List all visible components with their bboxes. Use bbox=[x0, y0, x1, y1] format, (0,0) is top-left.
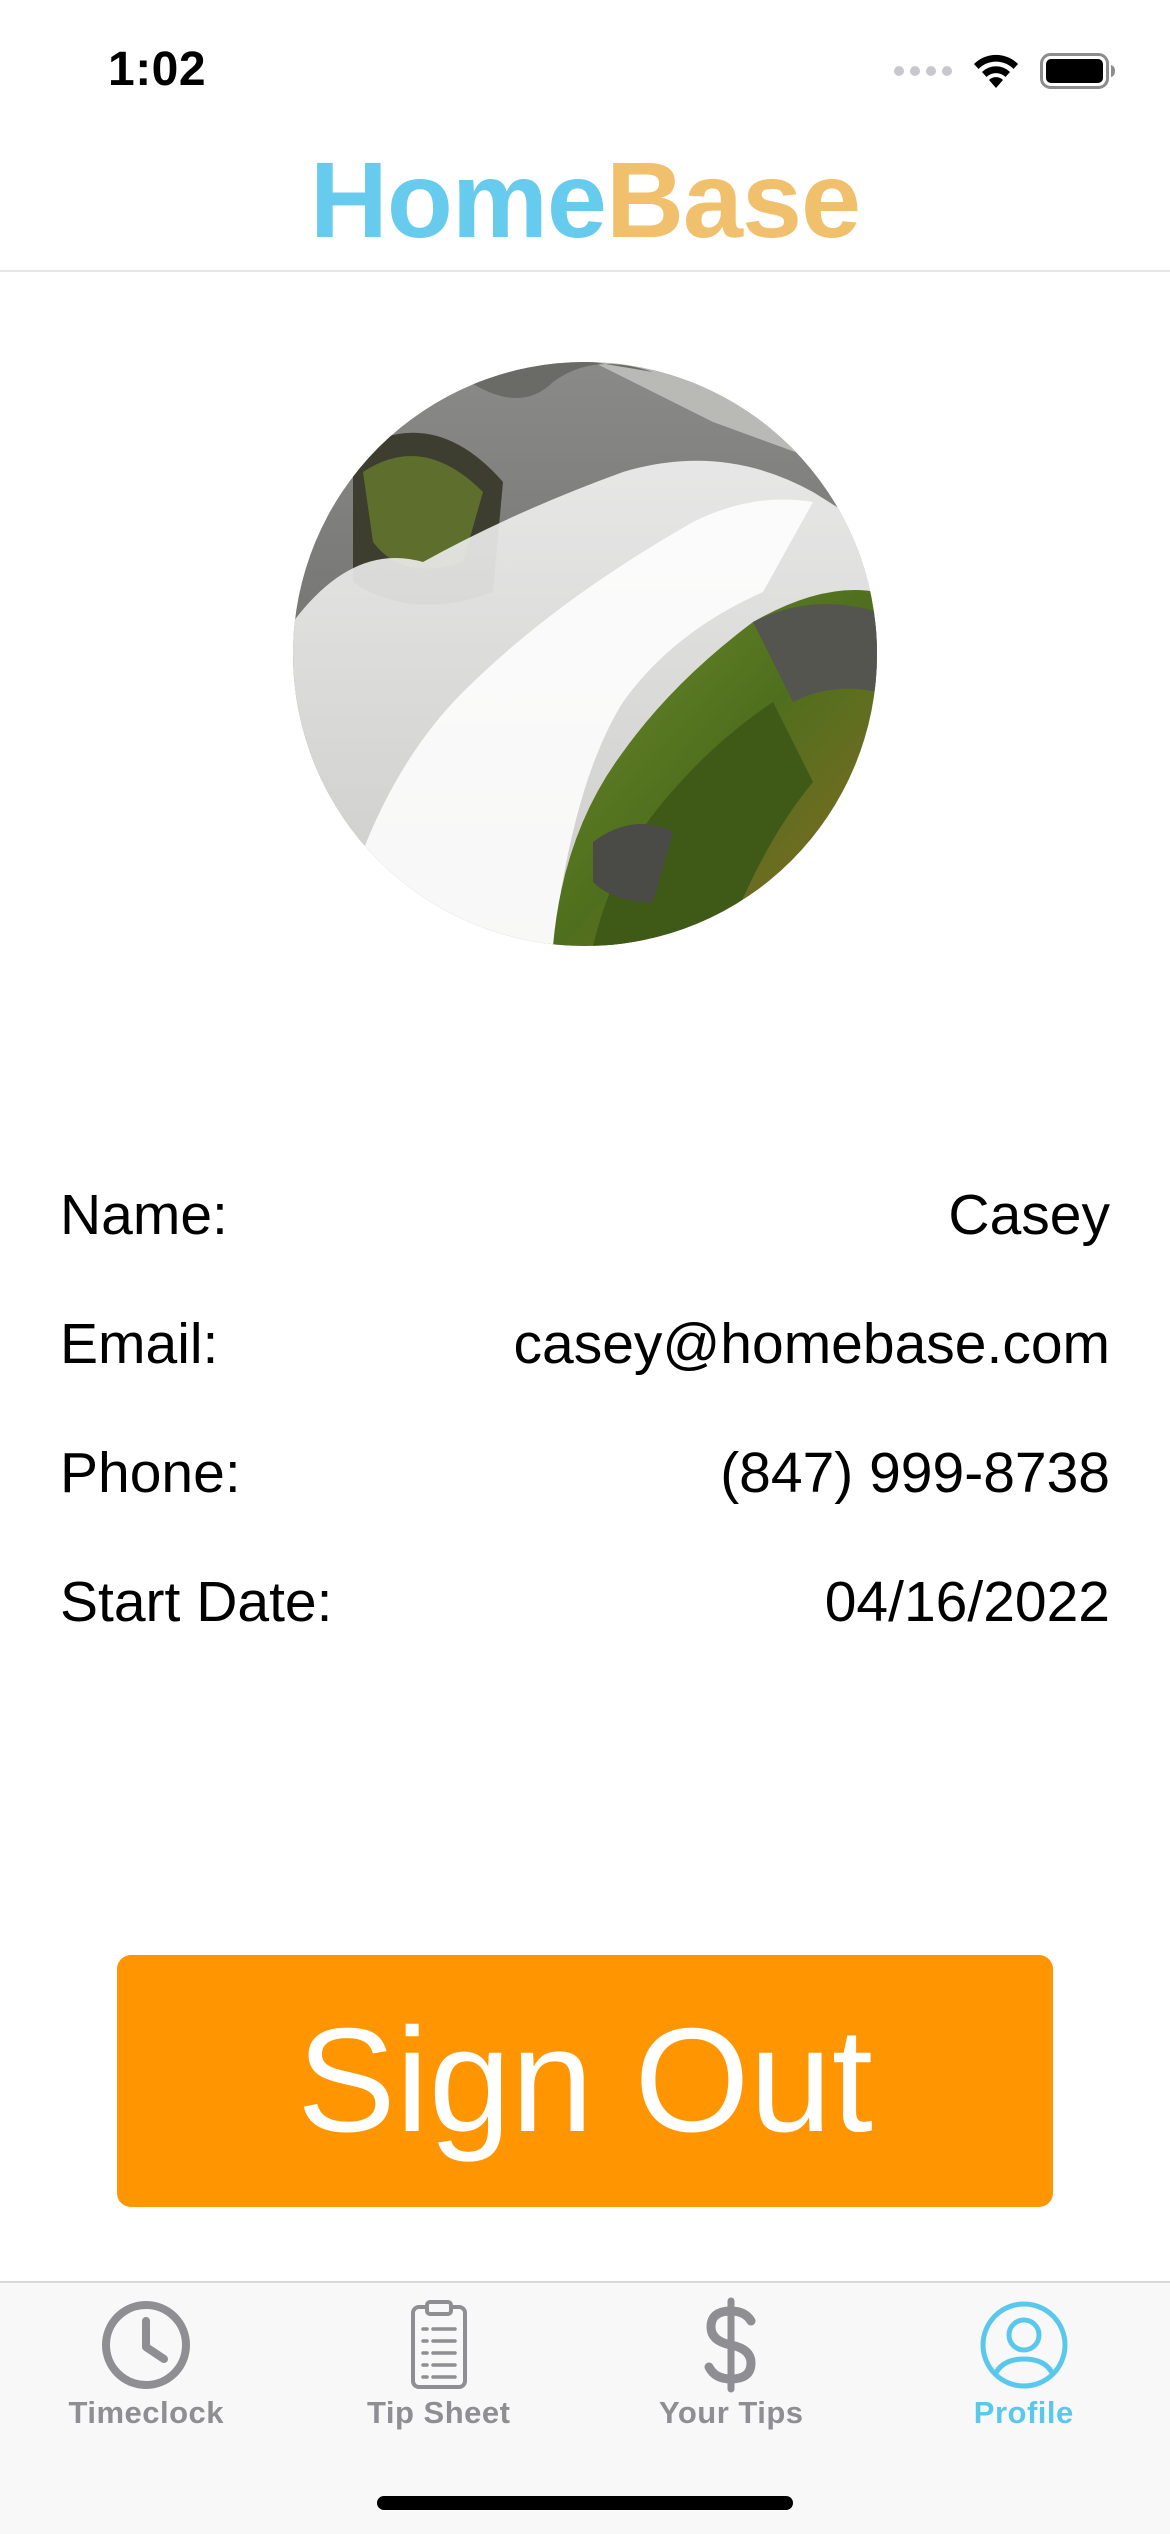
tab-tip-sheet-label: Tip Sheet bbox=[367, 2395, 510, 2431]
tab-bar: Timeclock Tip Sheet Your Tips bbox=[0, 2281, 1170, 2534]
tab-profile-label: Profile bbox=[974, 2395, 1074, 2431]
start-date-label: Start Date: bbox=[60, 1569, 332, 1635]
tab-your-tips-label: Your Tips bbox=[659, 2395, 804, 2431]
app-title-home: Home bbox=[310, 139, 606, 260]
tab-timeclock-label: Timeclock bbox=[68, 2395, 224, 2431]
profile-avatar bbox=[293, 362, 877, 946]
tab-your-tips[interactable]: Your Tips bbox=[585, 2283, 878, 2443]
status-icons bbox=[894, 52, 1116, 90]
info-row-name: Name: Casey bbox=[60, 1150, 1110, 1279]
app-title-base: Base bbox=[606, 139, 860, 260]
wifi-icon bbox=[970, 52, 1022, 90]
clipboard-icon bbox=[391, 2297, 487, 2393]
battery-icon bbox=[1040, 53, 1116, 89]
phone-label: Phone: bbox=[60, 1440, 241, 1506]
name-value: Casey bbox=[948, 1182, 1110, 1248]
name-label: Name: bbox=[60, 1182, 228, 1248]
sign-out-button[interactable]: Sign Out bbox=[117, 1955, 1053, 2207]
email-label: Email: bbox=[60, 1311, 218, 1377]
status-bar: 1:02 bbox=[0, 0, 1170, 140]
home-indicator bbox=[377, 2496, 793, 2510]
cellular-signal-icon bbox=[894, 66, 952, 76]
status-time: 1:02 bbox=[108, 42, 206, 97]
app-title: HomeBase bbox=[0, 146, 1170, 254]
profile-icon bbox=[976, 2297, 1072, 2393]
profile-info: Name: Casey Email: casey@homebase.com Ph… bbox=[60, 1150, 1110, 1666]
clock-icon bbox=[98, 2297, 194, 2393]
phone-value: (847) 999-8738 bbox=[720, 1440, 1110, 1506]
tab-timeclock[interactable]: Timeclock bbox=[0, 2283, 293, 2443]
info-row-phone: Phone: (847) 999-8738 bbox=[60, 1408, 1110, 1537]
info-row-email: Email: casey@homebase.com bbox=[60, 1279, 1110, 1408]
app-header: HomeBase bbox=[0, 140, 1170, 272]
start-date-value: 04/16/2022 bbox=[825, 1569, 1110, 1635]
tab-profile[interactable]: Profile bbox=[878, 2283, 1170, 2443]
tab-tip-sheet[interactable]: Tip Sheet bbox=[293, 2283, 586, 2443]
info-row-start-date: Start Date: 04/16/2022 bbox=[60, 1537, 1110, 1666]
dollar-icon bbox=[683, 2297, 779, 2393]
email-value: casey@homebase.com bbox=[514, 1311, 1110, 1377]
